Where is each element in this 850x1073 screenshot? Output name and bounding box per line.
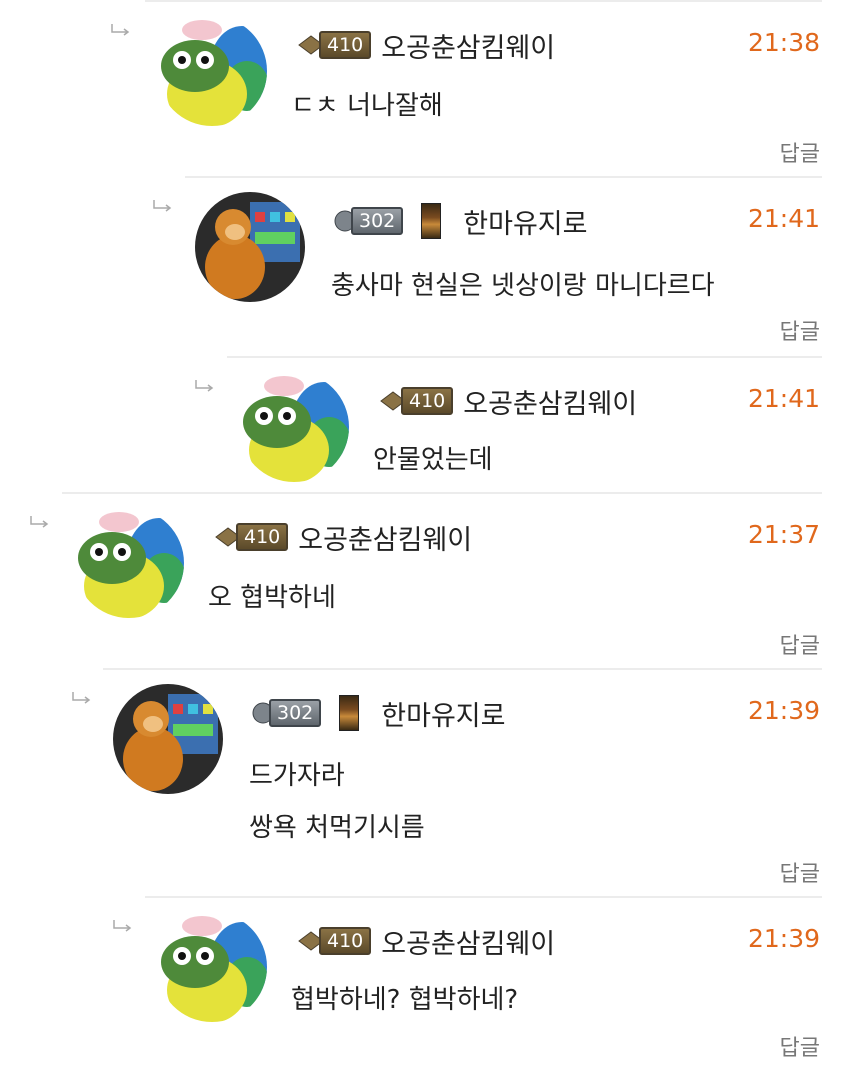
monkey-avatar (195, 192, 305, 302)
reply-arrow-icon (72, 692, 91, 704)
level-number: 410 (319, 31, 372, 59)
comment-text: 드가자라 쌍욕 처먹기시름 (249, 750, 425, 854)
reply-button[interactable]: 답글 (780, 1030, 820, 1062)
pepe-avatar (74, 508, 184, 618)
username[interactable]: 오공춘삼킴웨이 (298, 518, 472, 557)
comment: 410 오공춘삼킴웨이 21:37 오 협박하네 답글 (30, 492, 822, 670)
comment-meta: 410 오공춘삼킴웨이 (379, 382, 637, 420)
comment-meta: 302 한마유지로 (251, 694, 505, 732)
comment: 302 한마유지로 21:41 충사마 현실은 넷상이랑 마니다르다 답글 (153, 176, 822, 356)
monkey-avatar (113, 684, 223, 794)
username[interactable]: 오공춘삼킴웨이 (381, 922, 555, 961)
comment: 410 오공춘삼킴웨이 21:41 안물었는데 (195, 356, 822, 494)
reply-arrow-icon (195, 380, 214, 392)
level-badge: 302 (333, 207, 404, 235)
username[interactable]: 오공춘삼킴웨이 (381, 26, 555, 65)
comment: 410 오공춘삼킴웨이 21:38 ㄷㅊ 너나잘해 답글 (111, 0, 822, 176)
comment-text: ㄷㅊ 너나잘해 (291, 80, 443, 132)
comment-line: 충사마 현실은 넷상이랑 마니다르다 (331, 271, 715, 301)
comment: 410 오공춘삼킴웨이 21:39 협박하네? 협박하네? 답글 (113, 896, 822, 1073)
comment-line: 오 협박하네 (208, 583, 336, 613)
level-badge: 410 (297, 31, 372, 59)
card-icon (421, 203, 442, 239)
reply-button[interactable]: 답글 (780, 136, 820, 168)
timestamp: 21:37 (747, 520, 820, 549)
comment-text: 충사마 현실은 넷상이랑 마니다르다 (331, 260, 715, 312)
reply-button[interactable]: 답글 (780, 314, 820, 346)
reply-arrow-icon (113, 920, 132, 932)
timestamp: 21:41 (747, 384, 820, 413)
comment-line: ㄷㅊ 너나잘해 (291, 91, 443, 121)
comment-text: 오 협박하네 (208, 572, 336, 624)
level-number: 302 (269, 699, 322, 727)
comment-line: 안물었는데 (373, 445, 493, 475)
level-badge: 302 (251, 699, 322, 727)
level-badge: 410 (379, 387, 454, 415)
username[interactable]: 한마유지로 (463, 202, 587, 241)
comment-line: 쌍욕 처먹기시름 (249, 813, 425, 843)
comment: 302 한마유지로 21:39 드가자라 쌍욕 처먹기시름 답글 (72, 668, 822, 898)
comment-text: 안물었는데 (373, 434, 493, 486)
timestamp: 21:38 (747, 28, 820, 57)
pepe-avatar (157, 912, 267, 1022)
level-number: 410 (319, 927, 372, 955)
comment-text: 협박하네? 협박하네? (291, 974, 518, 1026)
comment-meta: 410 오공춘삼킴웨이 (214, 518, 472, 556)
timestamp: 21:39 (747, 696, 820, 725)
comment-meta: 410 오공춘삼킴웨이 (297, 922, 555, 960)
reply-arrow-icon (111, 24, 130, 36)
level-number: 302 (351, 207, 404, 235)
reply-arrow-icon (30, 516, 49, 528)
comment-line: 협박하네? 협박하네? (291, 985, 519, 1015)
reply-button[interactable]: 답글 (780, 628, 820, 660)
comment-meta: 302 한마유지로 (333, 202, 587, 240)
pepe-avatar (157, 16, 267, 126)
username[interactable]: 오공춘삼킴웨이 (463, 382, 637, 421)
username[interactable]: 한마유지로 (381, 694, 505, 733)
level-badge: 410 (297, 927, 372, 955)
level-number: 410 (401, 387, 454, 415)
timestamp: 21:41 (747, 204, 820, 233)
timestamp: 21:39 (747, 924, 820, 953)
pepe-avatar (239, 372, 349, 482)
reply-arrow-icon (153, 200, 172, 212)
level-badge: 410 (214, 523, 289, 551)
card-icon (339, 695, 360, 731)
level-number: 410 (236, 523, 289, 551)
comment-line: 드가자라 (249, 761, 345, 791)
reply-button[interactable]: 답글 (780, 856, 820, 888)
comment-meta: 410 오공춘삼킴웨이 (297, 26, 555, 64)
